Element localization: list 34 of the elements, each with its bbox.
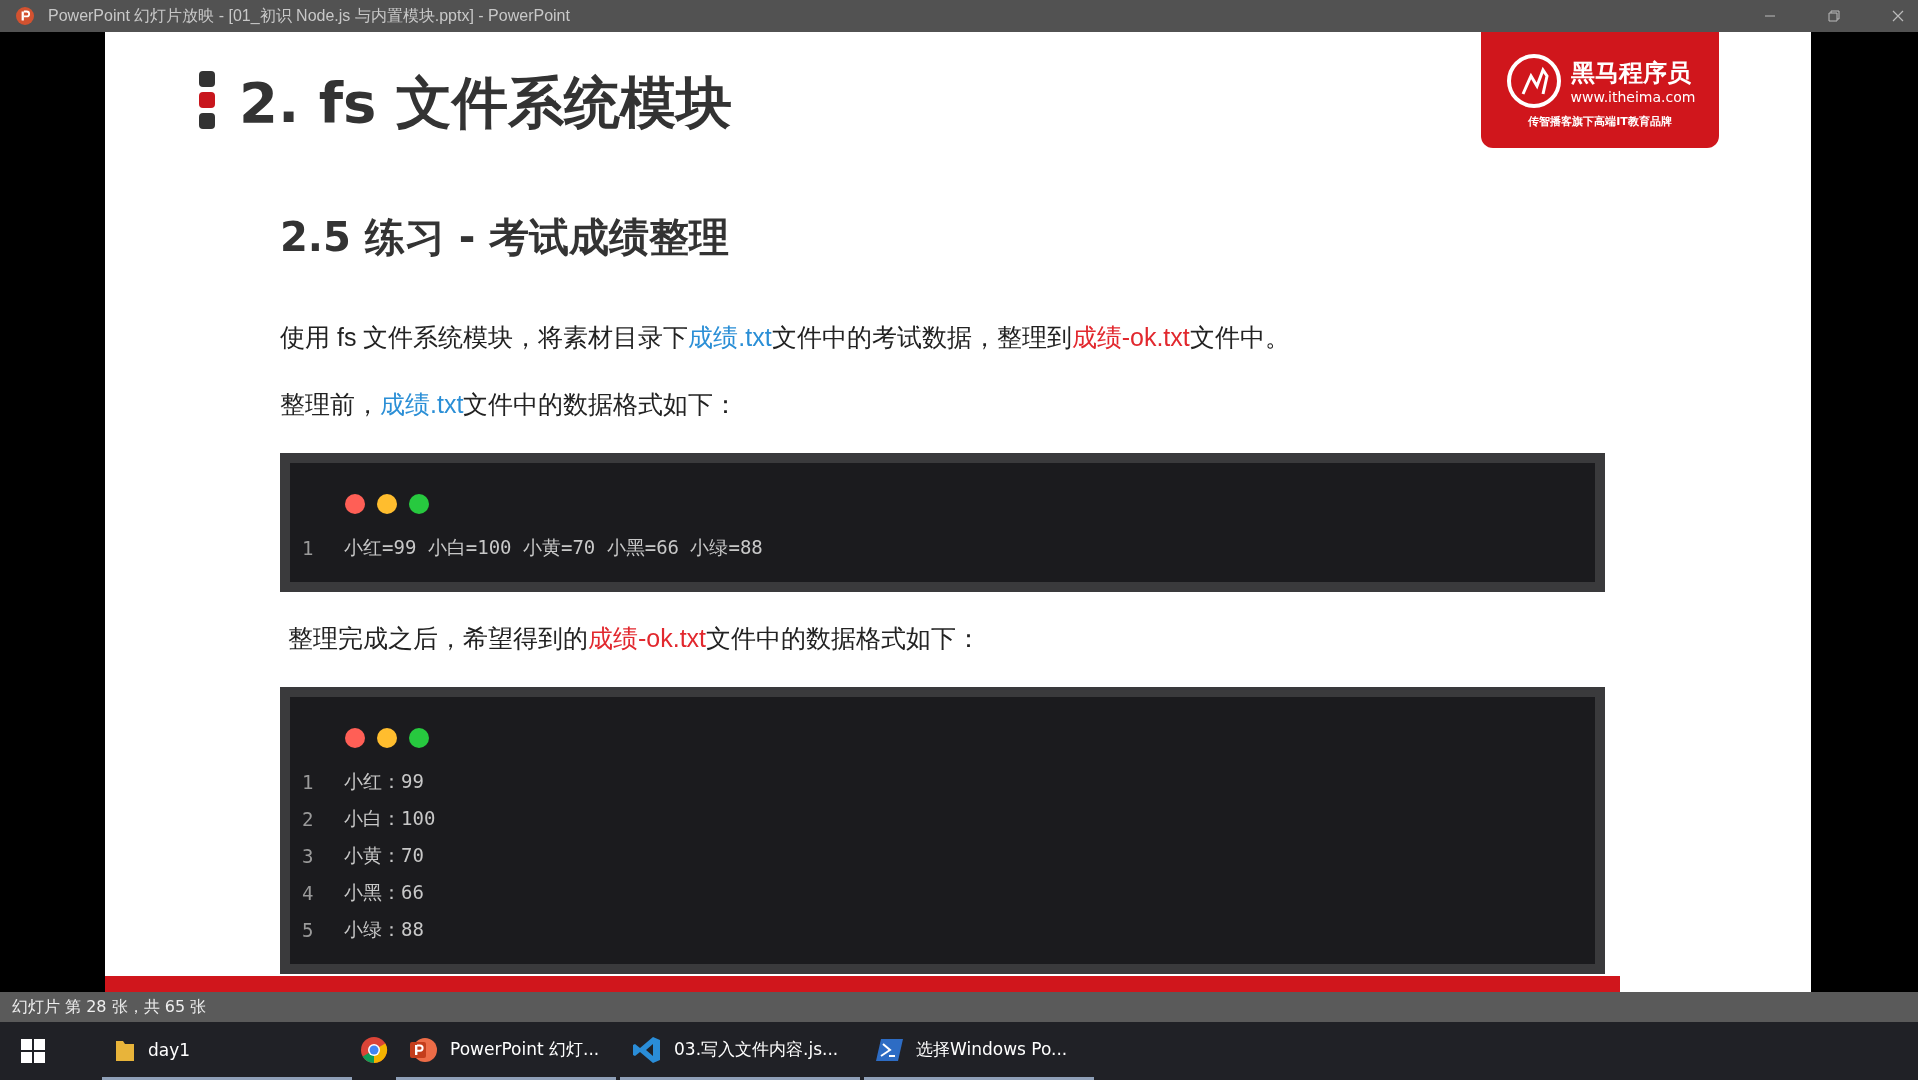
slide-counter: 幻灯片 第 28 张，共 65 张	[12, 996, 207, 1018]
taskbar-button[interactable]: day1	[102, 1022, 352, 1080]
line-number: 3	[302, 844, 315, 867]
code-editor-icon	[632, 1034, 662, 1065]
powerpoint-icon	[408, 1035, 438, 1064]
powerpoint-icon	[16, 7, 34, 25]
taskbar-button[interactable]: 03.写入文件内容.js...	[620, 1022, 860, 1080]
restore-icon[interactable]	[1828, 10, 1840, 22]
line-number: 2	[302, 807, 315, 830]
code-line: 小白：100	[344, 805, 436, 831]
slide-subheading: 2.5 练习 - 考试成绩整理	[280, 213, 731, 262]
line-number: 5	[302, 918, 315, 941]
taskbar-button[interactable]: PowerPoint 幻灯...	[396, 1022, 616, 1080]
code-line: 小黑：66	[344, 879, 424, 905]
slide-heading: 2. fs 文件系统模块	[239, 69, 732, 137]
code-line: 小黄：70	[344, 842, 424, 868]
brand-tagline: 传智播客旗下高端IT教育品牌	[1528, 113, 1672, 129]
line-number: 4	[302, 881, 315, 904]
paragraph: 整理完成之后，希望得到的成绩-ok.txt文件中的数据格式如下：	[288, 623, 983, 654]
brand-name: 黑马程序员	[1570, 57, 1692, 89]
brand-url: www.itheima.com	[1570, 88, 1696, 105]
code-line: 小红：99	[344, 768, 424, 794]
heading-marker-icon	[199, 71, 215, 129]
code-line: 小绿：88	[344, 916, 424, 942]
line-number: 1	[302, 770, 315, 793]
code-line: 小红=99 小白=100 小黄=70 小黑=66 小绿=88	[344, 534, 763, 560]
line-number: 1	[302, 536, 315, 559]
paragraph: 整理前，成绩.txt文件中的数据格式如下：	[280, 389, 740, 420]
windows-start-icon[interactable]	[20, 1038, 46, 1064]
window-title: PowerPoint 幻灯片放映 - [01_初识 Node.js 与内置模块.pptx] - PowerPoint	[48, 5, 570, 26]
close-icon[interactable]	[1892, 10, 1904, 22]
terminal-icon	[876, 1037, 904, 1062]
paragraph: 使用 fs 文件系统模块，将素材目录下成绩.txt文件中的考试数据，整理到成绩-ok.txt文件中。	[280, 322, 1291, 353]
taskbar-button[interactable]: 选择Windows Po...	[864, 1022, 1094, 1080]
